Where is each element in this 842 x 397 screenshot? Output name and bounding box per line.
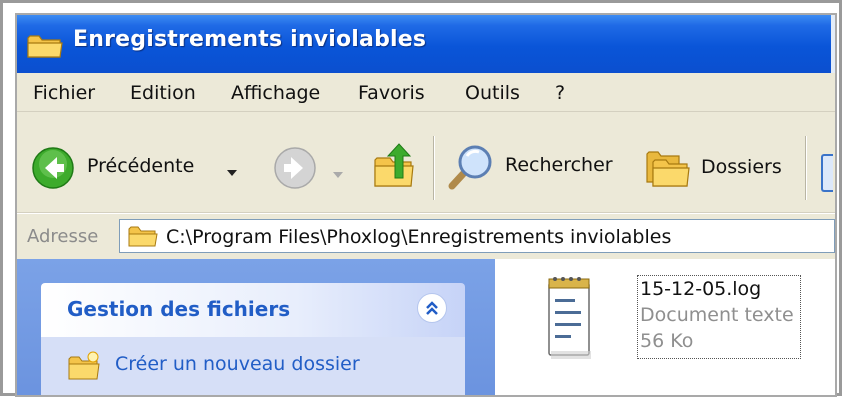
task-group-header[interactable]: Gestion des fichiers — [41, 283, 465, 337]
address-input[interactable]: C:\Program Files\Phoxlog\Enregistrements… — [119, 219, 835, 253]
menu-bar: Fichier Edition Affichage Favoris Outils… — [17, 73, 835, 112]
title-bar[interactable]: Enregistrements inviolables — [17, 15, 835, 73]
notepad-icon — [545, 275, 597, 369]
file-size: 56 Ko — [640, 330, 694, 352]
explorer-window: Enregistrements inviolables Fichier Edit… — [15, 13, 837, 397]
forward-dropdown-icon[interactable] — [333, 164, 343, 183]
folder-icon — [128, 225, 158, 251]
task-group-body: Créer un nouveau dossier — [41, 337, 465, 395]
toolbar: Précédente Rechercher Dossiers — [17, 112, 835, 213]
menu-outils[interactable]: Outils — [465, 82, 520, 104]
task-group-title: Gestion des fichiers — [67, 297, 291, 321]
toolbar-separator — [433, 136, 435, 200]
menu-edition[interactable]: Edition — [130, 82, 196, 104]
menu-affichage[interactable]: Affichage — [231, 82, 320, 104]
toolbar-separator — [805, 136, 807, 200]
collapse-chevron-icon[interactable] — [417, 293, 447, 323]
folders-icon — [645, 144, 691, 192]
search-button[interactable]: Rechercher — [447, 142, 627, 190]
address-label: Adresse — [27, 226, 99, 247]
address-path: C:\Program Files\Phoxlog\Enregistrements… — [166, 226, 672, 248]
menu-help[interactable]: ? — [555, 82, 565, 104]
window-title: Enregistrements inviolables — [73, 27, 427, 52]
forward-arrow-icon — [273, 146, 317, 194]
file-type: Document texte — [640, 304, 794, 326]
search-label: Rechercher — [505, 154, 613, 176]
folders-label: Dossiers — [701, 156, 782, 178]
screenshot-frame: Enregistrements inviolables Fichier Edit… — [0, 0, 842, 397]
menu-favoris[interactable]: Favoris — [358, 82, 425, 104]
task-pane: Gestion des fichiers Créer un nouveau do… — [17, 259, 495, 395]
folders-button[interactable]: Dossiers — [645, 144, 795, 192]
file-details[interactable]: 15-12-05.log Document texte 56 Ko — [637, 275, 801, 359]
address-bar: Adresse C:\Program Files\Phoxlog\Enregis… — [17, 213, 835, 260]
file-list: 15-12-05.log Document texte 56 Ko — [495, 259, 835, 395]
file-name: 15-12-05.log — [640, 278, 762, 300]
back-arrow-icon — [31, 146, 75, 194]
back-button[interactable]: Précédente — [31, 146, 241, 189]
folder-icon — [27, 33, 63, 63]
magnifier-icon — [447, 142, 495, 194]
task-new-folder-label: Créer un nouveau dossier — [115, 353, 360, 375]
back-label: Précédente — [87, 155, 195, 177]
new-folder-icon — [67, 351, 101, 385]
forward-button[interactable] — [273, 146, 353, 190]
views-button[interactable] — [821, 154, 833, 192]
menu-fichier[interactable]: Fichier — [33, 82, 95, 104]
back-dropdown-icon[interactable] — [227, 162, 237, 181]
folder-up-icon[interactable] — [371, 142, 417, 194]
